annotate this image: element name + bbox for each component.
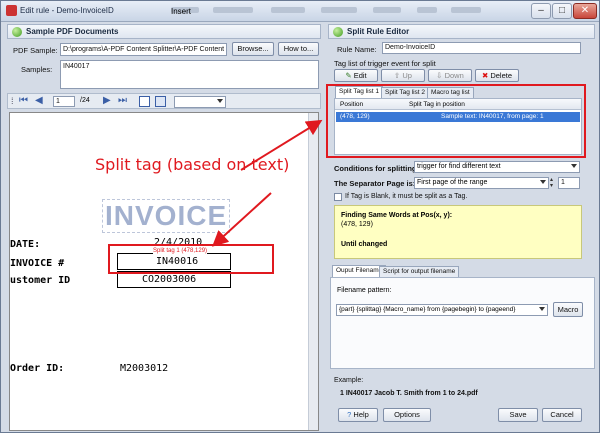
arrow-to-pdf-tag (212, 192, 272, 247)
arrow-to-tag-table (240, 119, 323, 171)
annotation-arrows (212, 119, 323, 247)
edit-rule-window: Edit rule - Demo-InvoiceID Insert – □ ✕ … (0, 0, 600, 433)
